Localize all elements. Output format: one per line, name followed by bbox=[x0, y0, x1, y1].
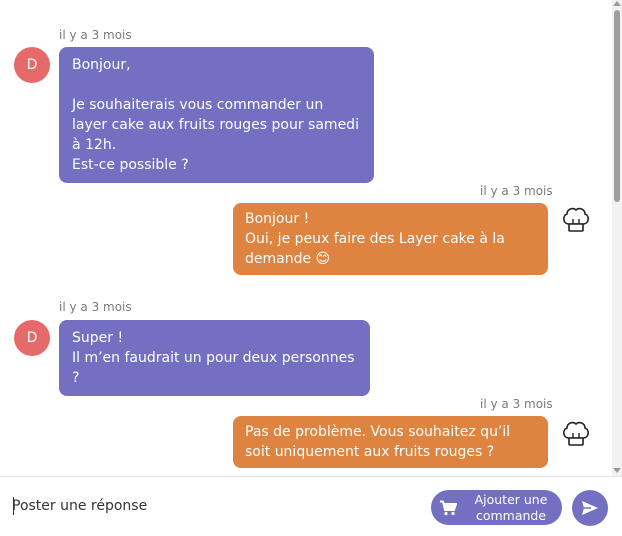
send-button[interactable] bbox=[572, 490, 608, 526]
chat-scrollbar[interactable] bbox=[612, 0, 622, 476]
message-timestamp: il y a 3 mois bbox=[59, 300, 132, 314]
cart-icon bbox=[440, 500, 457, 515]
scroll-down-arrow-icon[interactable] bbox=[613, 468, 621, 473]
scrollbar-thumb[interactable] bbox=[614, 10, 620, 202]
customer-message: Super ! Il m’en faudrait un pour deux pe… bbox=[59, 320, 370, 396]
avatar-letter: D bbox=[26, 57, 38, 73]
message-timestamp: il y a 3 mois bbox=[480, 397, 553, 411]
text-cursor bbox=[13, 497, 14, 515]
avatar-letter: D bbox=[26, 330, 38, 346]
add-order-button[interactable]: Ajouter une commande bbox=[431, 490, 562, 525]
chef-hat-icon bbox=[563, 421, 589, 446]
customer-message: Bonjour, Je souhaiterais vous commander … bbox=[59, 47, 374, 183]
baker-message: Pas de problème. Vous souhaitez qu’il so… bbox=[233, 416, 548, 468]
reply-composer: Ajouter une commande bbox=[0, 476, 622, 536]
message-timestamp: il y a 3 mois bbox=[59, 28, 132, 42]
message-timestamp: il y a 3 mois bbox=[480, 184, 553, 198]
reply-input[interactable] bbox=[12, 494, 412, 518]
chat-thread: il y a 3 mois D Bonjour, Je souhaiterais… bbox=[0, 0, 612, 476]
chef-hat-icon bbox=[563, 207, 589, 232]
baker-message: Bonjour ! Oui, je peux faire des Layer c… bbox=[233, 203, 548, 275]
scroll-up-arrow-icon[interactable] bbox=[613, 1, 621, 6]
send-icon bbox=[582, 501, 598, 515]
avatar: D bbox=[14, 320, 50, 356]
add-order-label: Ajouter une commande bbox=[474, 491, 548, 523]
avatar: D bbox=[14, 47, 50, 83]
